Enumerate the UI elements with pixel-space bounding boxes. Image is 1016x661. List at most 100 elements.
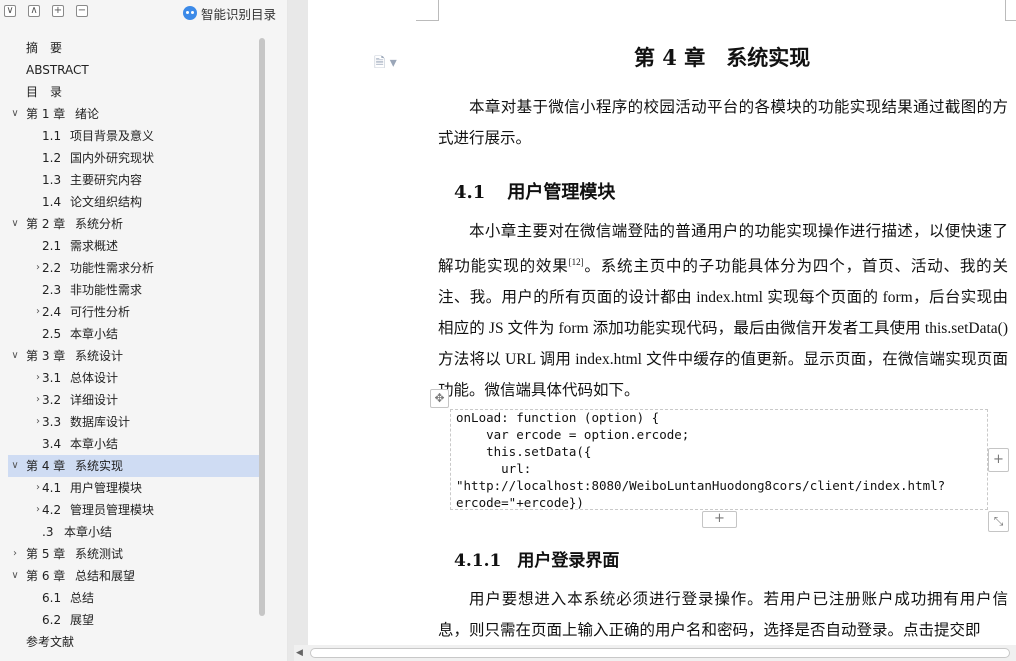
expand-level-button[interactable]: + [52,5,64,17]
toc-item-label: 国内外研究现状 [70,151,155,165]
toc-item[interactable]: › 4.1 用户管理模块 [8,477,259,499]
toc-item[interactable]: ∨ 第 3 章系统设计 [8,345,259,367]
scroll-left-arrow-icon[interactable]: ◀ [296,648,303,658]
toc-item[interactable]: 目 录 [8,81,259,103]
toc-item-number: 3.3 [42,415,62,429]
toc-item[interactable]: ∨ 第 1 章绪论 [8,103,259,125]
expand-all-icon: ∨ [6,5,14,16]
document-icon[interactable]: 🗎 ▾ [374,52,397,76]
toc-item[interactable]: › 第 5 章系统测试 [8,543,259,565]
toc-tree: 摘 要 ABSTRACT 目 录 ∨ 第 1 章绪论 1.1 项目背景及意义 1.2 国内外研究… [8,37,259,647]
toc-item-label: 系统实现 [75,459,124,473]
toc-item[interactable]: 1.2 国内外研究现状 [8,147,259,169]
toc-item-label: 总体设计 [70,371,119,385]
toc-item-label: 系统测试 [75,547,124,561]
collapse-level-button[interactable]: − [76,5,88,17]
toc-item[interactable]: › 2.4 可行性分析 [8,301,259,323]
add-column-button[interactable]: + [988,448,1009,472]
toc-item-label: 绪论 [75,107,100,121]
toc-item-label: 管理员管理模块 [70,503,155,517]
toc-item[interactable]: .3 本章小结 [8,521,259,543]
chevron-down-icon[interactable]: ∨ [10,213,20,235]
toc-item-label: 可行性分析 [70,305,131,319]
collapse-all-icon: ∧ [30,5,38,16]
toc-item-label: 主要研究内容 [70,173,143,187]
toc-item-label: 展望 [70,613,95,627]
toc-item-number: 1.4 [42,195,62,209]
toc-scrollbar[interactable] [259,38,265,616]
intro-paragraph: 本章对基于微信小程序的校园活动平台的各模块的功能实现结果通过截图的方式进行展示。 [438,99,1008,147]
toc-item[interactable]: 1.3 主要研究内容 [8,169,259,191]
toc-item-label: 需求概述 [70,239,119,253]
toc-item[interactable]: › 2.2 功能性需求分析 [8,257,259,279]
chevron-right-icon[interactable]: › [10,543,20,565]
toc-item[interactable]: › 3.2 详细设计 [8,389,259,411]
minus-icon: − [77,5,87,16]
toc-item[interactable]: 摘 要 [8,37,259,59]
page-gutter [288,0,308,661]
toc-item[interactable]: 2.5 本章小结 [8,323,259,345]
citation-ref[interactable]: [12] [569,257,584,267]
toc-item-label: 本章小结 [64,525,113,539]
toc-item[interactable]: ∨ 第 6 章总结和展望 [8,565,259,587]
toc-item-number: ABSTRACT [26,63,89,77]
section-heading: 4.1 用户管理模块 [454,178,615,204]
toc-item-number: 6.1 [42,591,62,605]
page-corner-mark [416,0,439,21]
toc-item-label: 总结 [70,591,95,605]
table-resize-icon[interactable]: ⤡ [988,511,1009,532]
toc-item[interactable]: 1.4 论文组织结构 [8,191,259,213]
toc-item-number: 4.2 [42,503,62,517]
toc-item-number: 3.2 [42,393,62,407]
toc-item[interactable]: 参考文献 [8,631,259,647]
body-text-2: 。系统主页中的子功能具体分为四个，首页、活动、我的关注、我。用户的所有页面的设计… [438,258,1008,400]
toc-item-number: 第 4 章 [26,459,66,473]
chevron-down-icon[interactable]: ∨ [10,565,20,587]
toc-item-label: 系统设计 [75,349,124,363]
nav-toolbar: ∨ ∧ + − 智能识别目录 [0,0,287,28]
plus-icon: + [53,5,63,16]
toc-item[interactable]: 1.1 项目背景及意义 [8,125,259,147]
toc-item-number: 2.2 [42,261,62,275]
smart-toc-button[interactable]: 智能识别目录 [183,5,276,22]
expand-all-button[interactable]: ∨ [4,5,16,17]
chevron-down-icon[interactable]: ∨ [10,345,20,367]
toc-item[interactable]: 3.4 本章小结 [8,433,259,455]
toc-item-number: 4.1 [42,481,62,495]
body-paragraph: 本小章主要对在微信端登陆的普通用户的功能实现操作进行描述，以便快速了解功能实现的… [438,216,1008,406]
toc-item-number: 3.1 [42,371,62,385]
table-move-handle-icon[interactable]: ✥ [430,389,449,408]
code-block: onLoad: function (option) { var ercode =… [456,410,946,510]
section-number: 4.1 [454,182,486,203]
toc-item-label: 项目背景及意义 [70,129,155,143]
toc-item[interactable]: 6.2 展望 [8,609,259,631]
toc-item[interactable]: ∨ 第 4 章系统实现 [8,455,259,477]
toc-item[interactable]: ABSTRACT [8,59,259,81]
horizontal-scrollbar-thumb[interactable] [310,648,1010,658]
toc-item[interactable]: › 3.1 总体设计 [8,367,259,389]
toc-item-label: 详细设计 [70,393,119,407]
toc-item-number: 2.5 [42,327,62,341]
toc-item-label: 论文组织结构 [70,195,143,209]
toc-item-number: 1.3 [42,173,62,187]
collapse-all-button[interactable]: ∧ [28,5,40,17]
toc-item[interactable]: 2.3 非功能性需求 [8,279,259,301]
subsection-number: 4.1.1 [454,551,502,571]
toc-item-label: 本章小结 [70,437,119,451]
toc-item-number: 摘 要 [26,41,63,55]
toc-item[interactable]: ∨ 第 2 章系统分析 [8,213,259,235]
toc-item-number: 目 录 [26,85,63,99]
toc-item[interactable]: › 3.3 数据库设计 [8,411,259,433]
toc-item-number: 3.4 [42,437,62,451]
toc-item-number: 6.2 [42,613,62,627]
toc-item[interactable]: › 4.2 管理员管理模块 [8,499,259,521]
toc-item[interactable]: 2.1 需求概述 [8,235,259,257]
chapter-heading: 第 4 章 系统实现 [634,45,811,70]
toc-item[interactable]: 6.1 总结 [8,587,259,609]
toc-item-number: .3 [42,525,54,539]
subsection-heading: 4.1.1 用户登录界面 [454,546,619,571]
add-row-button[interactable]: + [702,511,737,528]
toc-item-number: 第 3 章 [26,349,66,363]
chevron-down-icon[interactable]: ∨ [10,455,20,477]
chevron-down-icon[interactable]: ∨ [10,103,20,125]
